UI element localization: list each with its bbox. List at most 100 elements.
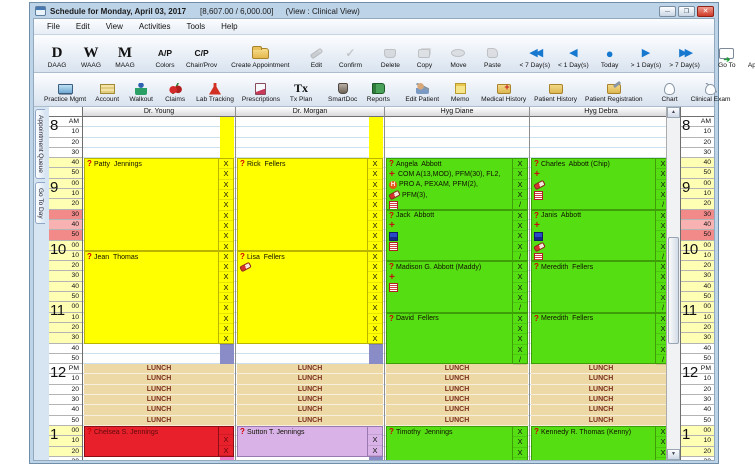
appointment-block[interactable]: Charles Abbott (Chip) XXXX/ (531, 158, 666, 211)
appointment-block[interactable]: Meredith FellersXXXX/ (531, 312, 666, 366)
appointment-block[interactable]: Timothy Jennings XXXX/ (386, 426, 528, 460)
appointment-block[interactable]: Meredith FellersXXXX/ (531, 261, 666, 314)
appointment-block[interactable]: Janis Abbott XXXX/ (531, 209, 666, 263)
appointment-line (532, 231, 655, 241)
appointment-block[interactable]: Jean ThomasXXXXXXXXX (84, 250, 234, 345)
toolbar-1-day-s-button[interactable]: ◀ < 1 Day(s) (554, 36, 593, 71)
schedule-slot[interactable] (236, 456, 384, 460)
appointment-block[interactable]: Kennedy R. Thomas (Kenny) XXXX/ (531, 426, 666, 460)
lunch-row-label: LUNCH (237, 405, 383, 416)
schedule-slot[interactable] (385, 127, 529, 138)
schedule-slot[interactable] (530, 117, 666, 128)
toolbar-chart-button[interactable]: Chart (653, 74, 687, 105)
toolbar-7-day-s-button[interactable]: ▶▶ > 7 Day(s) (665, 36, 704, 71)
toolbar-delete-button[interactable]: Delete (373, 36, 407, 71)
toolbar-walkout-button[interactable]: Walkout (124, 74, 158, 105)
schedule-slot[interactable] (385, 147, 529, 159)
toolbar-clinical-exam-button[interactable]: Clinical Exam (687, 74, 735, 105)
schedule-slot[interactable] (236, 343, 384, 354)
toolbar-practice-mgmt-button[interactable]: Practice Mgmt (40, 74, 90, 105)
schedule-slot[interactable] (530, 137, 666, 148)
toolbar-patient-registration-button[interactable]: Patient Registration (581, 74, 647, 105)
menu-item-file[interactable]: File (40, 21, 67, 32)
toolbar-tx-plan-button[interactable]: Tx Tx Plan (284, 74, 318, 105)
help-icon (240, 428, 245, 436)
toolbar-move-button[interactable]: Move (441, 36, 475, 71)
toolbar-appointment-search-button[interactable]: Appointment Search (744, 36, 755, 71)
appointment-block[interactable]: Chelsea S. Jennings XX (84, 426, 234, 457)
toolbar-maag-button[interactable]: M MAAG (108, 36, 142, 71)
schedule-slot[interactable] (530, 147, 666, 159)
side-tab-go-to-day[interactable]: Go To Day (35, 181, 45, 225)
schedule-slot[interactable] (236, 127, 384, 138)
appointment-block[interactable]: Rick Fellers XXXXXXXXX (237, 158, 383, 252)
toolbar-claims-button[interactable]: Claims (158, 74, 192, 105)
provider-header-hyg-debra[interactable]: Hyg Debra (529, 107, 672, 117)
toolbar-patient-history-button[interactable]: Patient History (530, 74, 581, 105)
provider-header-hyg-diane[interactable]: Hyg Diane (384, 107, 529, 117)
scroll-thumb[interactable] (668, 237, 679, 344)
toolbar-edit-button[interactable]: Edit (299, 36, 333, 71)
schedule-slot[interactable] (385, 117, 529, 128)
appointment-block[interactable]: Patty Jennings XXXXXXXXX (84, 158, 234, 252)
schedule-slot[interactable] (236, 117, 384, 128)
schedule-slot[interactable] (236, 353, 384, 365)
toolbar-confirm-button[interactable]: Confirm (333, 36, 367, 71)
schedule-slot[interactable] (83, 137, 235, 148)
menu-item-help[interactable]: Help (214, 21, 244, 32)
schedule-slot[interactable] (83, 343, 235, 354)
toolbar-lab-tracking-button[interactable]: Lab Tracking (192, 74, 238, 105)
toolbar-prescriptions-button[interactable]: Prescriptions (238, 74, 284, 105)
provider-header-dr-young[interactable]: Dr. Young (83, 107, 235, 117)
appointment-block[interactable]: Sutton T. Jennings XX (237, 426, 383, 457)
toolbar-copy-button[interactable]: Copy (407, 36, 441, 71)
toolbar-go-to-button[interactable]: Go To (710, 36, 744, 71)
appointment-block[interactable]: Jack Abbott XXXX/ (386, 209, 528, 263)
toolbar-edit-patient-button[interactable]: Edit Patient (401, 74, 443, 105)
menu-item-activities[interactable]: Activities (132, 21, 178, 32)
close-button[interactable] (697, 5, 714, 17)
toolbar-today-button[interactable]: ● Today (593, 36, 627, 71)
toolbar-smartdoc-button[interactable]: SmartDoc (324, 74, 361, 105)
menu-item-edit[interactable]: Edit (69, 21, 97, 32)
schedule-slot[interactable] (83, 117, 235, 128)
menu-item-view[interactable]: View (99, 21, 130, 32)
schedule-slot[interactable] (83, 147, 235, 159)
schedule-slot[interactable] (83, 456, 235, 460)
appointment-mark-column: XXXXXXXXX (367, 159, 382, 252)
toolbar-waag-button[interactable]: W WAAG (74, 36, 108, 71)
toolbar-memo-button[interactable]: Memo (443, 74, 477, 105)
vertical-scrollbar[interactable] (666, 107, 680, 460)
scroll-up-button[interactable] (667, 107, 680, 118)
toolbar-7-day-s-button[interactable]: ◀◀ < 7 Day(s) (515, 36, 554, 71)
schedule-slot[interactable] (385, 137, 529, 148)
schedule-slot[interactable] (236, 147, 384, 159)
toolbar-chair-prov-button[interactable]: C/P Chair/Prov (182, 36, 221, 71)
toolbar-create-appointment-button[interactable]: Create Appointment (227, 36, 293, 71)
toolbar-reports-button[interactable]: Reports (361, 74, 395, 105)
schedule-slot[interactable] (83, 353, 235, 365)
toolbar-account-button[interactable]: Account (90, 74, 124, 105)
appointment-line: Jack Abbott (387, 211, 512, 221)
toolbar-daag-button[interactable]: D DAAG (40, 36, 74, 71)
provider-header-dr-morgan[interactable]: Dr. Morgan (235, 107, 384, 117)
minimize-button[interactable] (659, 5, 676, 17)
slot-mark: X (368, 262, 382, 273)
appointment-block[interactable]: Angela Abbott COM A(13,MOD), PFM(30), FL2… (386, 158, 528, 211)
schedule-slot[interactable] (236, 137, 384, 148)
restore-button[interactable] (678, 5, 695, 17)
toolbar-paste-button[interactable]: Paste (475, 36, 509, 71)
toolbar-medical-history-button[interactable]: Medical History (477, 74, 530, 105)
side-tab-appointment-queue[interactable]: Appointment Queue (35, 109, 45, 179)
menu-item-tools[interactable]: Tools (179, 21, 212, 32)
schedule-slot[interactable] (83, 127, 235, 138)
appointment-block[interactable]: David FellersXXXX/ (386, 312, 528, 366)
toolbar-1-day-s-button[interactable]: ▶ > 1 Day(s) (627, 36, 666, 71)
scroll-down-button[interactable] (667, 449, 680, 460)
appointment-block[interactable]: Lisa FellersXXXXXXXXX (237, 250, 383, 345)
pill-icon (388, 190, 401, 201)
toolbar-colors-button[interactable]: A/P Colors (148, 36, 182, 71)
appointment-block[interactable]: Madison G. Abbott (Maddy) XXXX/ (386, 261, 528, 314)
appointment-line (532, 169, 655, 179)
schedule-slot[interactable] (530, 127, 666, 138)
